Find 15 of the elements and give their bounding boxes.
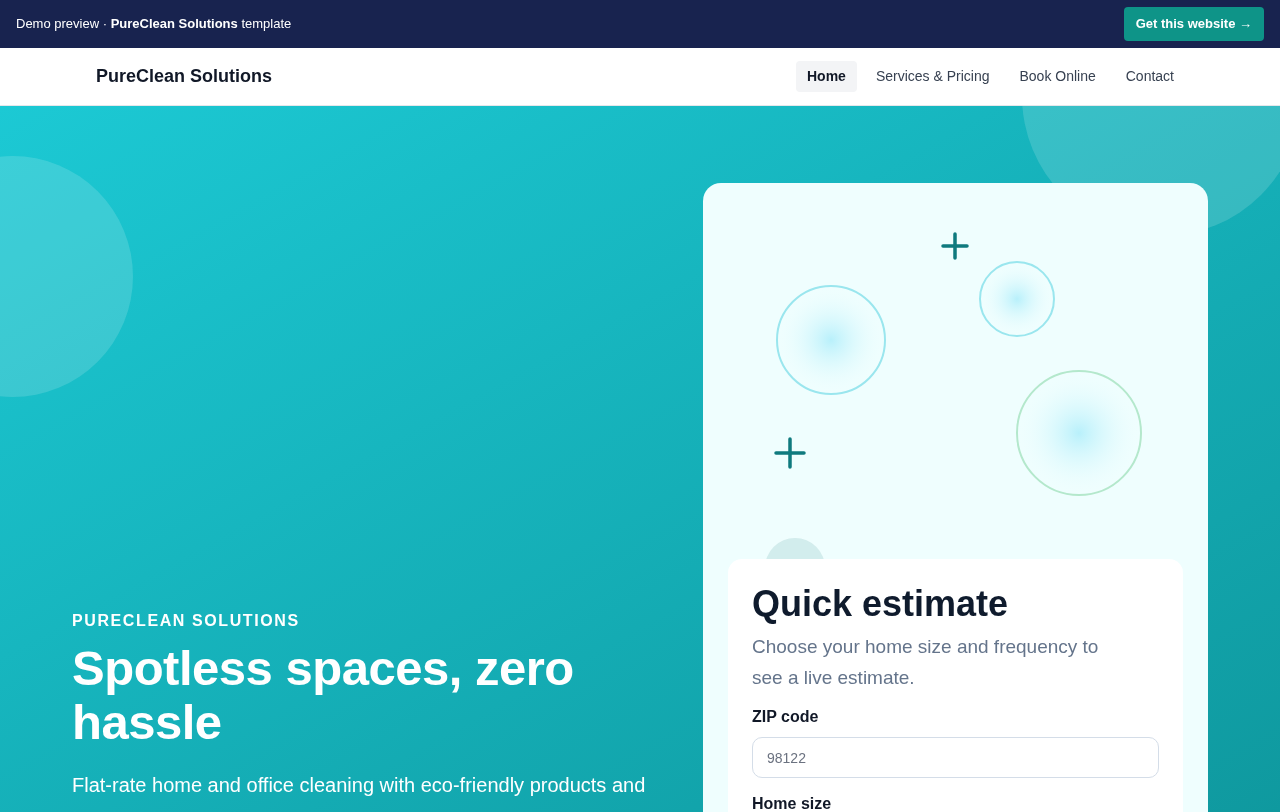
- estimate-description: Choose your home size and frequency to see a live estimate.: [752, 635, 1100, 690]
- field-label: Home size: [752, 794, 833, 812]
- get-website-button[interactable]: Get this website →: [1123, 7, 1264, 41]
- hero-title: Spotless spaces, zero hassle: [72, 641, 575, 749]
- zip-input-field[interactable]: 98122: [752, 737, 1159, 778]
- brand-name: PureClean Solutions: [96, 65, 273, 88]
- eyebrow-text: PURECLEAN SOLUTIONS: [72, 611, 301, 631]
- nav-link[interactable]: Contact: [1114, 61, 1185, 92]
- nav-link[interactable]: Services & Pricing: [864, 61, 1001, 92]
- nav-link[interactable]: Home: [795, 61, 857, 92]
- demo-notice: Demo preview · PureClean Solutions template: [16, 15, 292, 34]
- hero-description: Flat-rate home and office cleaning with eco-friendly products and: [72, 773, 647, 798]
- nav-link[interactable]: Book Online: [1008, 61, 1107, 92]
- field-label: ZIP code: [752, 707, 820, 727]
- estimate-title: Quick estimate: [752, 582, 1010, 626]
